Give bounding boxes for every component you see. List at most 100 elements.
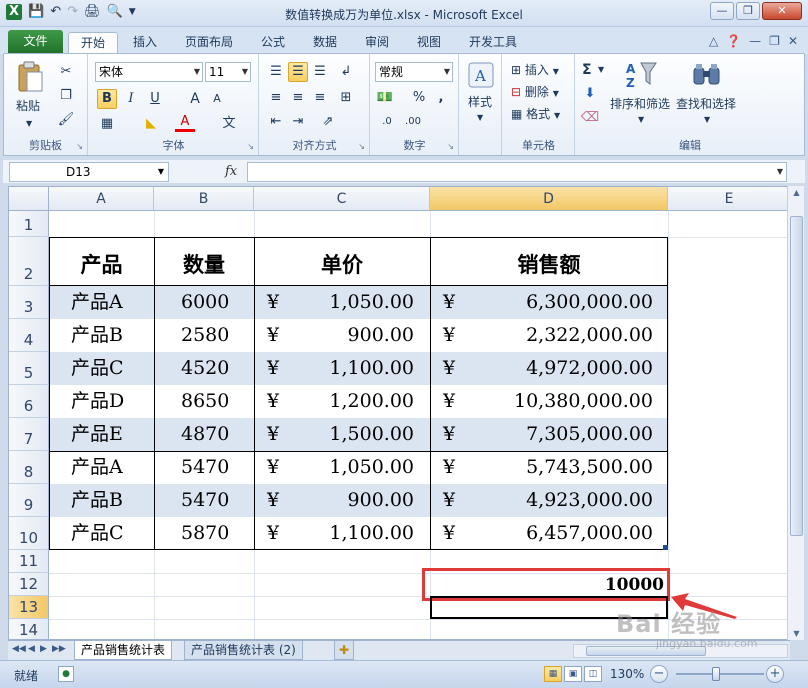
- cell-price[interactable]: 1,050.00: [329, 286, 414, 318]
- expand-formula-icon[interactable]: ▼: [777, 167, 783, 176]
- minimize-icon[interactable]: —: [710, 2, 734, 20]
- row-header[interactable]: 13: [9, 596, 49, 619]
- accounting-format-icon[interactable]: 💵: [375, 88, 395, 108]
- cell-price[interactable]: 1,500.00: [329, 418, 414, 450]
- align-middle-icon[interactable]: ☰: [288, 62, 308, 82]
- worksheet-grid[interactable]: A B C D E 1 2 3 4 5 6 7 8 9 10 11 12 13 …: [8, 186, 790, 640]
- find-select-label[interactable]: 查找和选择: [676, 96, 736, 112]
- cell-sales[interactable]: 4,972,000.00: [526, 352, 653, 384]
- scroll-down-icon[interactable]: ▼: [790, 629, 803, 638]
- cell-qty[interactable]: 6000: [181, 286, 229, 318]
- decrease-indent-icon[interactable]: ⇤: [266, 112, 286, 132]
- header-price[interactable]: 单价: [254, 249, 430, 279]
- phonetic-button[interactable]: 文: [219, 114, 239, 134]
- row-header[interactable]: 2: [9, 237, 49, 286]
- row-header[interactable]: 3: [9, 286, 49, 319]
- row-header[interactable]: 5: [9, 352, 49, 385]
- cell-price[interactable]: 1,100.00: [329, 517, 414, 549]
- row-header[interactable]: 6: [9, 385, 49, 418]
- sheet-tab-1[interactable]: 产品销售统计表: [74, 641, 173, 660]
- row-header[interactable]: 10: [9, 517, 49, 550]
- row-header[interactable]: 1: [9, 211, 49, 237]
- percent-button[interactable]: %: [409, 88, 429, 108]
- tab-developer[interactable]: 开发工具: [460, 32, 526, 54]
- next-sheet-icon[interactable]: ▶: [40, 644, 47, 654]
- cell-qty[interactable]: 2580: [181, 319, 229, 351]
- sort-filter-label[interactable]: 排序和筛选: [610, 96, 670, 112]
- vertical-scroll-thumb[interactable]: [790, 216, 803, 536]
- styles-icon[interactable]: A: [468, 62, 500, 94]
- scroll-up-icon[interactable]: ▲: [790, 188, 803, 197]
- tab-formulas[interactable]: 公式: [252, 32, 294, 54]
- format-cells-button[interactable]: ▦ 格式 ▼: [511, 106, 560, 124]
- align-bottom-icon[interactable]: ☰: [310, 62, 330, 82]
- column-header-e[interactable]: E: [668, 187, 789, 211]
- alignment-launcher-icon[interactable]: ↘: [358, 142, 365, 151]
- underline-button[interactable]: U: [145, 89, 165, 109]
- tab-insert[interactable]: 插入: [124, 32, 166, 54]
- collapse-ribbon-icon[interactable]: △: [709, 34, 718, 48]
- bold-button[interactable]: B: [97, 89, 117, 109]
- cell-product[interactable]: 产品A: [71, 451, 123, 483]
- cell-qty[interactable]: 5470: [181, 484, 229, 516]
- formula-input[interactable]: ▼: [247, 162, 787, 182]
- zoom-track[interactable]: [676, 673, 764, 675]
- align-left-icon[interactable]: ≡: [266, 88, 286, 108]
- insert-sheet-icon[interactable]: ✚: [334, 641, 355, 660]
- zoom-in-icon[interactable]: +: [766, 665, 784, 683]
- cell-sales[interactable]: 4,923,000.00: [526, 484, 653, 516]
- font-size-select[interactable]: 11 ▼: [205, 62, 251, 82]
- number-launcher-icon[interactable]: ↘: [447, 142, 454, 151]
- cell-sales[interactable]: 5,743,500.00: [526, 451, 653, 483]
- tab-view[interactable]: 视图: [408, 32, 450, 54]
- select-all-corner[interactable]: [9, 187, 49, 211]
- clipboard-launcher-icon[interactable]: ↘: [76, 142, 83, 151]
- borders-icon[interactable]: ▦: [97, 114, 117, 134]
- zoom-slider-thumb[interactable]: [712, 667, 720, 681]
- increase-decimal-button[interactable]: .0: [377, 112, 397, 132]
- find-select-icon[interactable]: [692, 62, 724, 94]
- cell-product[interactable]: 产品C: [71, 352, 124, 384]
- tab-data[interactable]: 数据: [304, 32, 346, 54]
- row-header[interactable]: 12: [9, 573, 49, 596]
- cell-d12[interactable]: 10000: [430, 575, 664, 595]
- header-qty[interactable]: 数量: [154, 249, 254, 279]
- cut-icon[interactable]: ✂: [56, 62, 76, 82]
- cell-product[interactable]: 产品D: [71, 385, 124, 417]
- macro-record-icon[interactable]: ●: [58, 666, 74, 682]
- orientation-icon[interactable]: ⇗: [318, 112, 338, 132]
- format-painter-icon[interactable]: 🖌: [56, 110, 76, 130]
- row-header[interactable]: 8: [9, 451, 49, 484]
- align-right-icon[interactable]: ≡: [310, 88, 330, 108]
- name-box[interactable]: D13 ▼: [9, 162, 169, 182]
- cell-qty[interactable]: 4520: [181, 352, 229, 384]
- vertical-scrollbar[interactable]: ▲ ▼: [787, 186, 804, 640]
- normal-view-icon[interactable]: ▦: [544, 666, 562, 682]
- cell-product[interactable]: 产品E: [71, 418, 123, 450]
- cell-qty[interactable]: 4870: [181, 418, 229, 450]
- tab-file[interactable]: 文件: [8, 30, 63, 54]
- decrease-decimal-button[interactable]: .00: [403, 112, 423, 132]
- number-format-select[interactable]: 常规 ▼: [375, 62, 453, 82]
- merge-center-icon[interactable]: ⊞: [336, 88, 356, 108]
- row-header[interactable]: 4: [9, 319, 49, 352]
- row-header[interactable]: 14: [9, 619, 49, 639]
- shrink-font-button[interactable]: A: [207, 89, 227, 109]
- cell-price[interactable]: 900.00: [348, 319, 414, 351]
- row-header[interactable]: 11: [9, 550, 49, 573]
- zoom-out-icon[interactable]: −: [650, 665, 668, 683]
- column-header-b[interactable]: B: [154, 187, 254, 211]
- header-product[interactable]: 产品: [49, 249, 154, 279]
- tab-review[interactable]: 审阅: [356, 32, 398, 54]
- cell-price[interactable]: 1,100.00: [329, 352, 414, 384]
- wrap-text-icon[interactable]: ↲: [336, 62, 356, 82]
- cell-qty[interactable]: 5870: [181, 517, 229, 549]
- close-workbook-icon[interactable]: ✕: [788, 34, 798, 48]
- row-header[interactable]: 9: [9, 484, 49, 517]
- insert-cells-button[interactable]: ⊞ 插入 ▼: [511, 62, 559, 80]
- cell-product[interactable]: 产品B: [71, 319, 123, 351]
- cell-product[interactable]: 产品B: [71, 484, 123, 516]
- sort-filter-dropdown-icon[interactable]: ▼: [638, 112, 644, 128]
- cell-price[interactable]: 1,050.00: [329, 451, 414, 483]
- page-break-view-icon[interactable]: ◫: [584, 666, 602, 682]
